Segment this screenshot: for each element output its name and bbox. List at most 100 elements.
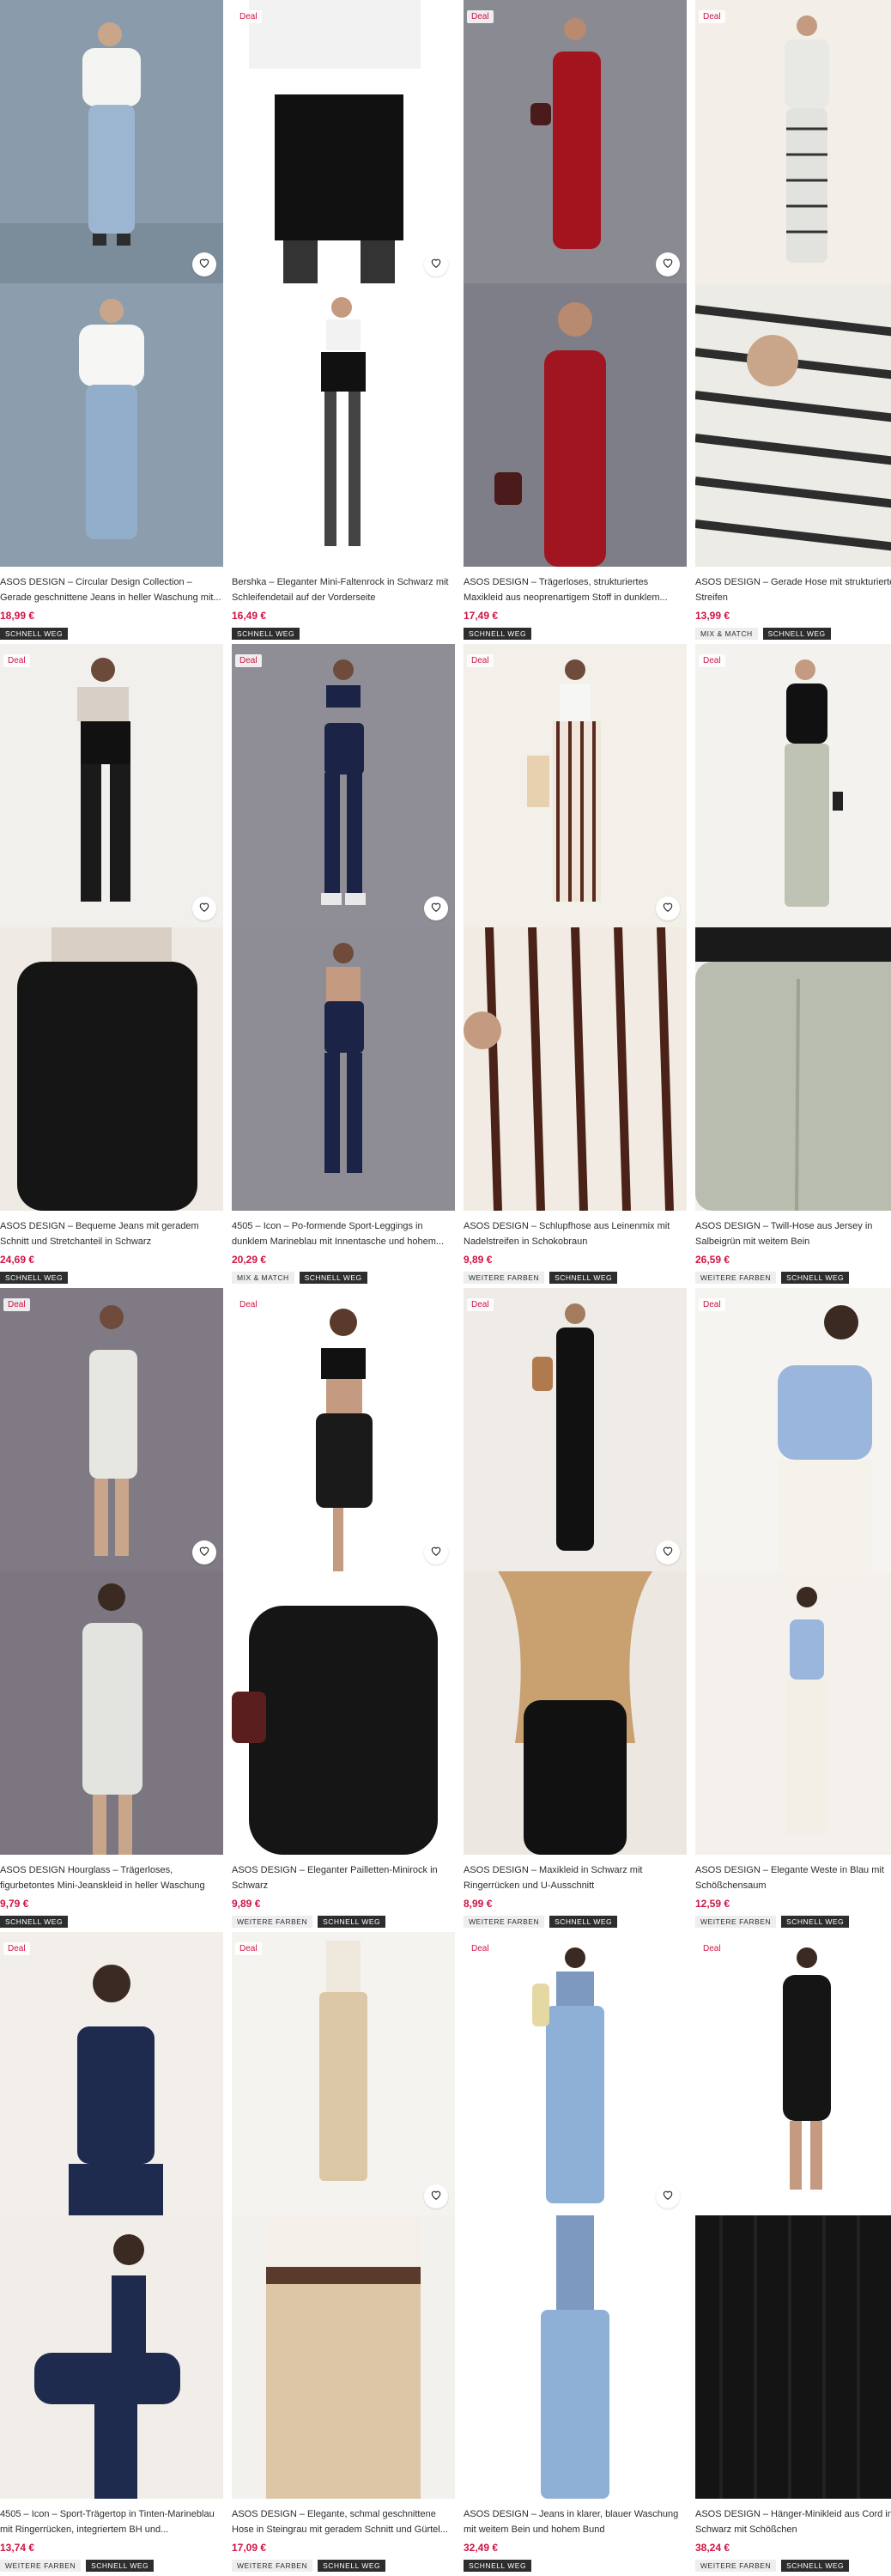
product-image-alt[interactable] (695, 2215, 891, 2499)
product-title[interactable]: 4505 – Icon – Po-formende Sport-Leggings… (232, 1218, 453, 1249)
product-image-gallery[interactable]: Deal (464, 644, 687, 1211)
product-card[interactable]: Deal ASOS DESIGN – Twill-Hose aus Jersey… (695, 644, 891, 1288)
product-title[interactable]: ASOS DESIGN – Jeans in klarer, blauer Wa… (464, 2506, 685, 2537)
product-card[interactable]: Deal 4505 – Icon – Sport-Trägertop in Ti… (0, 1932, 223, 2576)
product-title[interactable]: Bershka – Eleganter Mini-Faltenrock in S… (232, 574, 453, 605)
save-for-later-button[interactable] (424, 252, 448, 276)
product-card[interactable]: Deal ASOS DESIGN – Eleganter Pailletten-… (232, 1288, 455, 1932)
save-for-later-button[interactable] (192, 1540, 216, 1564)
save-for-later-button[interactable] (656, 252, 680, 276)
product-image-alt[interactable] (695, 1571, 891, 1855)
product-image-alt[interactable] (464, 927, 687, 1211)
product-image-alt[interactable] (464, 2215, 687, 2499)
product-image[interactable] (695, 0, 891, 283)
product-image-alt[interactable] (464, 1571, 687, 1855)
product-image-alt[interactable] (232, 283, 455, 567)
product-image-gallery[interactable]: Deal (232, 644, 455, 1211)
product-image-gallery[interactable]: Deal (464, 1932, 687, 2499)
product-image-gallery[interactable]: Deal (695, 0, 891, 567)
product-title[interactable]: ASOS DESIGN – Bequeme Jeans mit geradem … (0, 1218, 221, 1249)
product-title[interactable]: ASOS DESIGN – Maxikleid in Schwarz mit R… (464, 1862, 685, 1893)
save-for-later-button[interactable] (424, 1540, 448, 1564)
product-image-gallery[interactable]: Deal (695, 644, 891, 1211)
save-for-later-button[interactable] (192, 252, 216, 276)
product-title[interactable]: ASOS DESIGN – Elegante, schmal geschnitt… (232, 2506, 453, 2537)
product-image[interactable] (232, 644, 455, 927)
deal-badge: Deal (699, 1298, 725, 1311)
product-image[interactable] (0, 1288, 223, 1571)
product-price: 17,09 € (232, 2542, 267, 2554)
product-image-gallery[interactable]: Deal (464, 0, 687, 567)
save-for-later-button[interactable] (424, 2184, 448, 2208)
product-card[interactable]: Deal ASOS DESIGN – Gerade Hose mit struk… (695, 0, 891, 644)
product-card[interactable]: Deal 4505 – Icon – Po-formende Sport-Leg… (232, 644, 455, 1288)
product-image[interactable] (0, 644, 223, 927)
product-image-alt[interactable] (232, 927, 455, 1211)
save-for-later-button[interactable] (656, 2184, 680, 2208)
heart-icon (430, 1545, 442, 1561)
product-card[interactable]: Deal ASOS DESIGN – Elegante, schmal gesc… (232, 1932, 455, 2576)
product-image-alt[interactable] (464, 283, 687, 567)
product-card[interactable]: ASOS DESIGN – Circular Design Collection… (0, 0, 223, 644)
product-card[interactable]: Deal ASOS DESIGN Hourglass – Trägerloses… (0, 1288, 223, 1932)
product-image[interactable] (232, 1932, 455, 2215)
product-title[interactable]: 4505 – Icon – Sport-Trägertop in Tinten-… (0, 2506, 221, 2537)
product-title[interactable]: ASOS DESIGN – Eleganter Pailletten-Minir… (232, 1862, 453, 1893)
save-for-later-button[interactable] (656, 896, 680, 920)
save-for-later-button[interactable] (192, 896, 216, 920)
product-image-alt[interactable] (0, 927, 223, 1211)
product-image-gallery[interactable]: Deal (232, 1932, 455, 2499)
product-card[interactable]: Deal ASOS DESIGN – Trägerloses, struktur… (464, 0, 687, 644)
product-card[interactable]: Deal ASOS DESIGN – Jeans in klarer, blau… (464, 1932, 687, 2576)
product-image-gallery[interactable]: Deal (0, 1288, 223, 1855)
product-image-gallery[interactable] (0, 0, 223, 567)
product-image-alt[interactable] (0, 2215, 223, 2499)
product-image-alt[interactable] (232, 1571, 455, 1855)
badge-more-colours: WEITERE FARBEN (464, 1916, 545, 1928)
product-title[interactable]: ASOS DESIGN – Circular Design Collection… (0, 574, 221, 605)
product-image-gallery[interactable]: Deal (0, 644, 223, 1211)
product-title[interactable]: ASOS DESIGN – Hänger-Minikleid aus Cord … (695, 2506, 891, 2537)
heart-icon (198, 901, 210, 917)
product-image-alt[interactable] (232, 2215, 455, 2499)
product-image[interactable] (0, 0, 223, 283)
product-image-alt[interactable] (695, 927, 891, 1211)
product-card[interactable]: Deal Bershka – Eleganter Mini-Faltenrock… (232, 0, 455, 644)
product-image-gallery[interactable]: Deal (695, 1932, 891, 2499)
badge-more-colours: WEITERE FARBEN (695, 2560, 777, 2572)
product-title[interactable]: ASOS DESIGN – Trägerloses, strukturierte… (464, 574, 685, 605)
product-image-gallery[interactable]: Deal (232, 1288, 455, 1855)
product-image[interactable] (464, 1288, 687, 1571)
product-image[interactable] (464, 644, 687, 927)
product-card[interactable]: Deal ASOS DESIGN – Hänger-Minikleid aus … (695, 1932, 891, 2576)
product-card[interactable]: Deal ASOS DESIGN – Schlupfhose aus Leine… (464, 644, 687, 1288)
product-image[interactable] (0, 1932, 223, 2215)
badge-more-colours: WEITERE FARBEN (695, 1916, 777, 1928)
product-price: 26,59 € (695, 1254, 730, 1266)
save-for-later-button[interactable] (424, 896, 448, 920)
product-image[interactable] (232, 0, 455, 283)
product-image[interactable] (464, 1932, 687, 2215)
product-card[interactable]: Deal ASOS DESIGN – Maxikleid in Schwarz … (464, 1288, 687, 1932)
product-image-gallery[interactable]: Deal (0, 1932, 223, 2499)
product-card[interactable]: Deal ASOS DESIGN – Elegante Weste in Bla… (695, 1288, 891, 1932)
product-card[interactable]: Deal ASOS DESIGN – Bequeme Jeans mit ger… (0, 644, 223, 1288)
product-image[interactable] (464, 0, 687, 283)
product-image[interactable] (695, 1932, 891, 2215)
product-image-alt[interactable] (0, 283, 223, 567)
product-image-alt[interactable] (695, 283, 891, 567)
product-image-gallery[interactable]: Deal (695, 1288, 891, 1855)
product-image[interactable] (695, 1288, 891, 1571)
product-image[interactable] (695, 644, 891, 927)
save-for-later-button[interactable] (656, 1540, 680, 1564)
product-title[interactable]: ASOS DESIGN – Schlupfhose aus Leinenmix … (464, 1218, 685, 1249)
product-image[interactable] (232, 1288, 455, 1571)
product-image-alt[interactable] (0, 1571, 223, 1855)
product-title[interactable]: ASOS DESIGN Hourglass – Trägerloses, fig… (0, 1862, 221, 1893)
product-title[interactable]: ASOS DESIGN – Elegante Weste in Blau mit… (695, 1862, 891, 1893)
product-price: 8,99 € (464, 1898, 493, 1910)
product-image-gallery[interactable]: Deal (464, 1288, 687, 1855)
product-image-gallery[interactable]: Deal (232, 0, 455, 567)
product-title[interactable]: ASOS DESIGN – Gerade Hose mit strukturie… (695, 574, 891, 605)
product-title[interactable]: ASOS DESIGN – Twill-Hose aus Jersey in S… (695, 1218, 891, 1249)
